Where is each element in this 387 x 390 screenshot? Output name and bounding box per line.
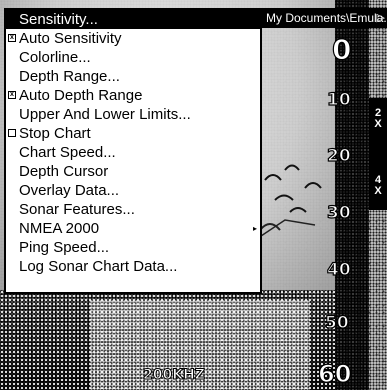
title-arrow-icon[interactable]: ▷	[377, 8, 385, 28]
menu-item-label: Auto Sensitivity	[19, 30, 122, 47]
depth-label-0: 0	[331, 32, 352, 66]
menu-item-nmea-2000[interactable]: NMEA 2000 ▸	[6, 219, 260, 238]
menu-item-auto-depth-range[interactable]: x Auto Depth Range	[6, 86, 260, 105]
depth-label-50: 50	[324, 312, 349, 333]
menu-item-label: Log Sonar Chart Data...	[19, 258, 178, 275]
menu-item-auto-sensitivity[interactable]: x Auto Sensitivity	[6, 29, 260, 48]
zoom-2x-button[interactable]: 2 X	[372, 108, 384, 130]
menu-item-overlay-data[interactable]: Overlay Data...	[6, 181, 260, 200]
menu-item-depth-cursor[interactable]: Depth Cursor	[6, 162, 260, 181]
menu-item-chart-speed[interactable]: Chart Speed...	[6, 143, 260, 162]
menu-item-colorline[interactable]: Colorline...	[6, 48, 260, 67]
menu-item-label: Colorline...	[19, 49, 91, 66]
zoom-4x-button[interactable]: 4 X	[372, 175, 384, 197]
checkbox-checked-icon[interactable]: x	[8, 34, 16, 42]
fish-arches	[255, 164, 322, 241]
menu-item-label: Sensitivity...	[19, 11, 98, 28]
sonar-screen: My Documents\Emula... ▷ 2 X 4 X 0 10 20 …	[0, 0, 387, 390]
menu-item-log-sonar-chart-data[interactable]: Log Sonar Chart Data...	[6, 257, 260, 276]
window-title-bar[interactable]: My Documents\Emula... ▷	[262, 8, 387, 28]
zoom-bar[interactable]: 2 X 4 X	[369, 98, 387, 210]
menu-item-label: Sonar Features...	[19, 201, 135, 218]
menu-item-label: Upper And Lower Limits...	[19, 106, 191, 123]
menu-item-label: Overlay Data...	[19, 182, 120, 199]
menu-item-stop-chart[interactable]: Stop Chart	[6, 124, 260, 143]
menu-item-label: Depth Range...	[19, 68, 120, 85]
checkbox-unchecked-icon[interactable]	[8, 129, 16, 137]
submenu-arrow-icon: ▸	[252, 224, 257, 233]
menu-item-sonar-features[interactable]: Sonar Features...	[6, 200, 260, 219]
depth-label-10: 10	[326, 89, 351, 110]
menu-item-label: NMEA 2000	[19, 220, 100, 237]
menu-item-label: Depth Cursor	[19, 163, 109, 180]
depth-label-40: 40	[326, 259, 351, 280]
menu-item-ping-speed[interactable]: Ping Speed...	[6, 238, 260, 257]
sonar-menu: Sensitivity... x Auto Sensitivity Colorl…	[4, 8, 262, 294]
menu-item-label: Chart Speed...	[19, 144, 116, 161]
menu-item-sensitivity[interactable]: Sensitivity...	[6, 10, 260, 29]
menu-item-label: Auto Depth Range	[19, 87, 143, 104]
depth-label-60: 60	[317, 359, 352, 388]
menu-item-depth-range[interactable]: Depth Range...	[6, 67, 260, 86]
frequency-label: 200KHZ	[143, 367, 206, 384]
depth-label-30: 30	[326, 202, 351, 223]
menu-item-label: Stop Chart	[19, 125, 91, 142]
depth-label-20: 20	[326, 145, 351, 166]
checkbox-checked-icon[interactable]: x	[8, 91, 16, 99]
window-title: My Documents\Emula...	[266, 11, 387, 25]
menu-item-label: Ping Speed...	[19, 239, 110, 256]
menu-item-upper-lower-limits[interactable]: Upper And Lower Limits...	[6, 105, 260, 124]
